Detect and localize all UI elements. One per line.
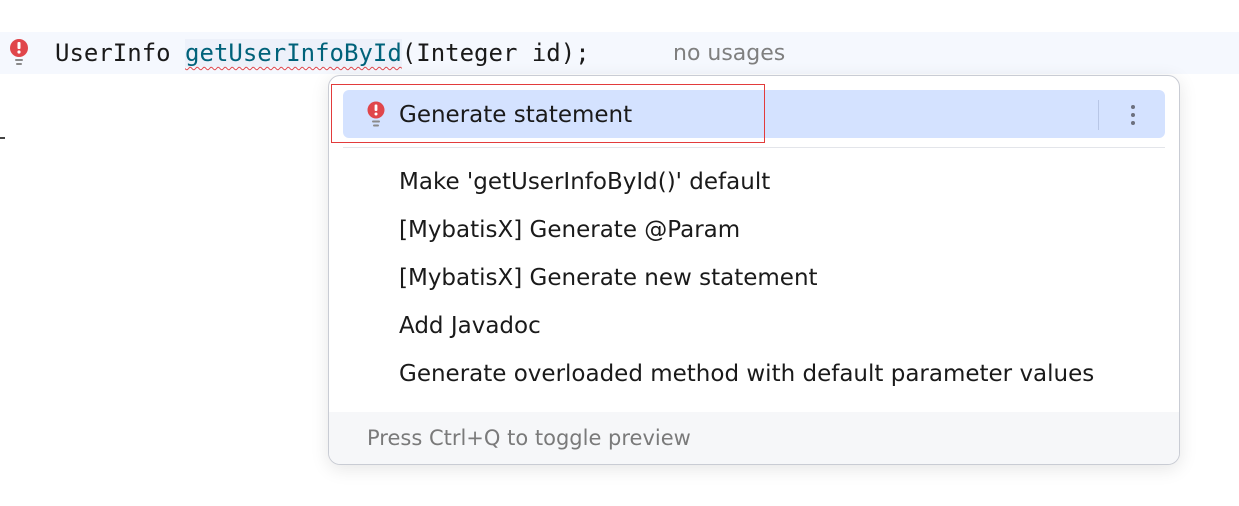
lightbulb-error-icon [365, 100, 387, 130]
intention-actions-popup: Generate statement Make 'getUserInfoById… [328, 75, 1180, 465]
intention-item-add-javadoc[interactable]: Add Javadoc [399, 309, 1159, 343]
popup-divider [343, 147, 1165, 148]
intention-item-generate-param[interactable]: [MybatisX] Generate @Param [399, 213, 1159, 247]
intention-item-generate-overloaded-method[interactable]: Generate overloaded method with default … [399, 357, 1159, 391]
lightbulb-error-icon[interactable] [8, 36, 30, 70]
method-params: (Integer id); [401, 39, 590, 67]
code-editor[interactable]: UserInfo getUserInfoById(Integer id); no… [0, 0, 1239, 506]
more-options-icon[interactable] [1125, 100, 1141, 130]
preview-hint: Press Ctrl+Q to toggle preview [367, 426, 691, 450]
method-name[interactable]: getUserInfoById [185, 39, 402, 67]
popup-footer: Press Ctrl+Q to toggle preview [329, 412, 1179, 464]
intention-item-generate-new-statement[interactable]: [MybatisX] Generate new statement [399, 261, 1159, 295]
intention-item-label: Generate statement [399, 102, 633, 128]
return-type: UserInfo [55, 39, 186, 67]
code-text[interactable]: UserInfo getUserInfoById(Integer id); [55, 37, 590, 69]
current-code-line[interactable]: UserInfo getUserInfoById(Integer id); no… [0, 32, 1239, 74]
editor-margin-mark [0, 137, 5, 139]
item-separator [1098, 100, 1099, 130]
usages-hint[interactable]: no usages [673, 40, 785, 68]
intention-item-make-default[interactable]: Make 'getUserInfoById()' default [399, 165, 1159, 199]
